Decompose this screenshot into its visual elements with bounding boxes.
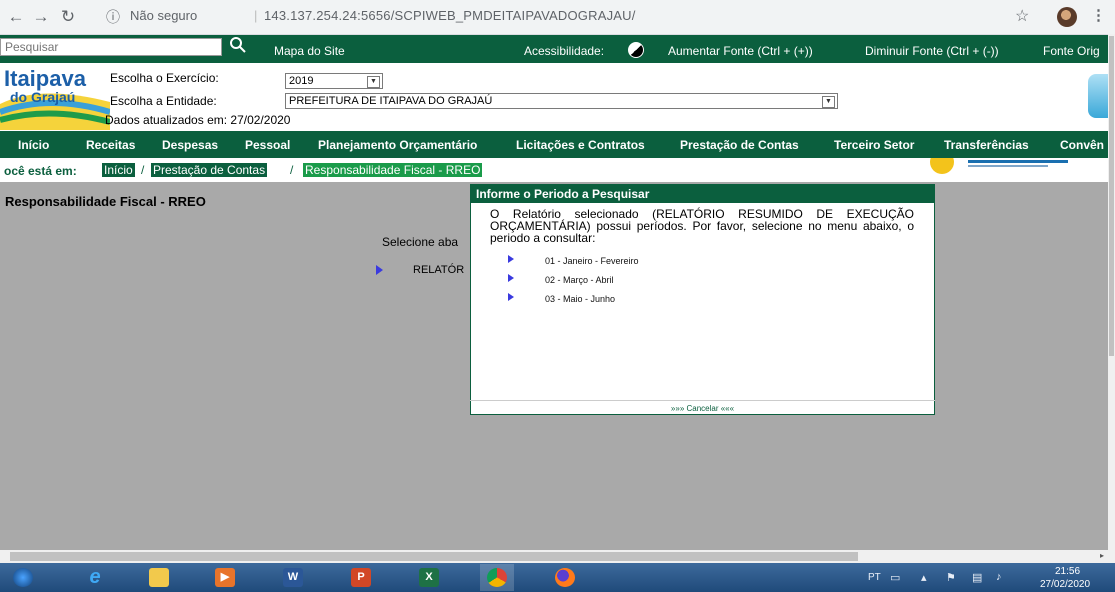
nav-terceiro-setor[interactable]: Terceiro Setor xyxy=(834,138,914,152)
page-title: Responsabilidade Fiscal - RREO xyxy=(5,194,206,209)
start-button[interactable] xyxy=(6,564,40,591)
volume-icon[interactable]: ♪ xyxy=(996,571,1002,583)
select-instruction: Selecione aba xyxy=(382,235,459,249)
word-icon: W xyxy=(283,568,303,587)
decrease-font-link[interactable]: Diminuir Fonte (Ctrl + (-)) xyxy=(865,44,999,58)
itaipava-logo: Itaipava do Grajaú xyxy=(0,66,110,130)
horizontal-scroll-thumb[interactable] xyxy=(10,552,858,561)
internet-explorer-icon: e xyxy=(89,566,101,588)
chrome-icon xyxy=(487,568,507,587)
scroll-right-icon[interactable]: ▸ xyxy=(1100,551,1104,560)
site-map-link[interactable]: Mapa do Site xyxy=(274,44,345,58)
taskbar-media[interactable]: ▶ xyxy=(208,564,242,591)
profile-avatar[interactable] xyxy=(1057,7,1077,27)
chevron-down-icon: ▼ xyxy=(822,96,835,108)
arrow-right-icon xyxy=(508,293,514,301)
windows-icon xyxy=(13,568,33,587)
cancel-button[interactable]: »»» Cancelar ««« xyxy=(470,400,935,416)
vertical-scroll-thumb[interactable] xyxy=(1109,36,1114,356)
entity-select[interactable]: PREFEITURA DE ITAIPAVA DO GRAJAÚ ▼ xyxy=(285,93,838,109)
taskbar-chrome[interactable] xyxy=(480,564,514,591)
nav-planejamento[interactable]: Planejamento Orçamentário xyxy=(318,138,477,152)
info-icon[interactable]: ⓘ xyxy=(106,7,120,27)
breadcrumb-item-inicio[interactable]: Início xyxy=(102,163,135,177)
exercise-value: 2019 xyxy=(289,75,314,87)
breadcrumb-separator: / xyxy=(290,163,294,177)
nav-licitacoes[interactable]: Licitações e Contratos xyxy=(516,138,645,152)
firefox-icon xyxy=(555,568,575,587)
sic-logo xyxy=(930,158,1068,174)
entity-value: PREFEITURA DE ITAIPAVA DO GRAJAÚ xyxy=(289,95,493,107)
nav-convenios[interactable]: Convên xyxy=(1060,138,1104,152)
clock-time[interactable]: 21:56 xyxy=(1055,566,1080,577)
language-indicator[interactable]: PT xyxy=(868,572,881,583)
nav-receitas[interactable]: Receitas xyxy=(86,138,135,152)
taskbar-word[interactable]: W xyxy=(276,564,310,591)
contrast-icon[interactable] xyxy=(628,42,644,58)
taskbar-firefox[interactable] xyxy=(548,564,582,591)
breadcrumb-prefix: ocê está em: xyxy=(4,164,77,178)
taskbar-ie[interactable]: e xyxy=(78,564,112,591)
breadcrumb-item-prestacao[interactable]: Prestação de Contas xyxy=(151,163,268,177)
breadcrumb-item-rreo[interactable]: Responsabilidade Fiscal - RREO xyxy=(303,163,483,177)
flag-icon[interactable]: ⚑ xyxy=(946,571,956,584)
search-icon[interactable] xyxy=(228,35,248,55)
arrow-right-icon xyxy=(508,255,514,263)
nav-inicio[interactable]: Início xyxy=(18,138,49,152)
network-icon[interactable]: ▤ xyxy=(972,571,982,584)
nav-prestacao[interactable]: Prestação de Contas xyxy=(680,138,799,152)
svg-text:do Grajaú: do Grajaú xyxy=(10,89,75,105)
updated-date: Dados atualizados em: 27/02/2020 xyxy=(105,113,291,127)
modal-message: O Relatório selecionado (RELATÓRIO RESUM… xyxy=(490,207,914,245)
url-text[interactable]: 143.137.254.24:5656/SCPIWEB_PMDEITAIPAVA… xyxy=(264,8,636,23)
original-font-link[interactable]: Fonte Orig xyxy=(1043,44,1100,58)
browser-menu-icon[interactable]: ⋮ xyxy=(1091,6,1106,24)
entity-label: Escolha a Entidade: xyxy=(110,94,217,108)
exercise-label: Escolha o Exercício: xyxy=(110,71,219,85)
back-icon[interactable]: ← xyxy=(6,7,26,27)
taskbar-powerpoint[interactable]: P xyxy=(344,564,378,591)
chevron-down-icon: ▼ xyxy=(367,76,380,88)
increase-font-link[interactable]: Aumentar Fonte (Ctrl + (+)) xyxy=(668,44,813,58)
taskbar-explorer[interactable] xyxy=(142,564,176,591)
nav-pessoal[interactable]: Pessoal xyxy=(245,138,290,152)
tray-expand-icon[interactable]: ▴ xyxy=(921,571,927,584)
modal-title: Informe o Periodo a Pesquisar xyxy=(470,184,935,203)
taskbar-excel[interactable]: X xyxy=(412,564,446,591)
bookmark-star-icon[interactable]: ☆ xyxy=(1015,6,1029,26)
svg-text:Itaipava: Itaipava xyxy=(4,66,87,91)
arrow-right-icon xyxy=(508,274,514,282)
search-input[interactable] xyxy=(0,38,222,56)
keyboard-icon[interactable]: ▭ xyxy=(890,571,900,584)
folder-icon xyxy=(149,568,169,587)
breadcrumb-separator: / xyxy=(141,163,145,177)
forward-icon[interactable]: → xyxy=(31,7,51,27)
powerpoint-icon: P xyxy=(351,568,371,587)
exercise-select[interactable]: 2019 ▼ xyxy=(285,73,383,89)
nav-despesas[interactable]: Despesas xyxy=(162,138,218,152)
period-option-2[interactable]: 02 - Março - Abril xyxy=(545,275,614,285)
accessibility-label: Acessibilidade: xyxy=(524,44,605,58)
excel-icon: X xyxy=(419,568,439,587)
reload-icon[interactable]: ↻ xyxy=(58,7,78,27)
report-link[interactable]: RELATÓR xyxy=(413,264,464,276)
clock-date[interactable]: 27/02/2020 xyxy=(1040,579,1090,590)
security-label: Não seguro xyxy=(130,8,198,23)
nav-transferencias[interactable]: Transferências xyxy=(944,138,1029,152)
address-divider: | xyxy=(254,8,258,23)
media-player-icon: ▶ xyxy=(215,568,235,587)
period-option-3[interactable]: 03 - Maio - Junho xyxy=(545,294,615,304)
period-option-1[interactable]: 01 - Janeiro - Fevereiro xyxy=(545,256,639,266)
arrow-right-icon xyxy=(376,265,383,275)
